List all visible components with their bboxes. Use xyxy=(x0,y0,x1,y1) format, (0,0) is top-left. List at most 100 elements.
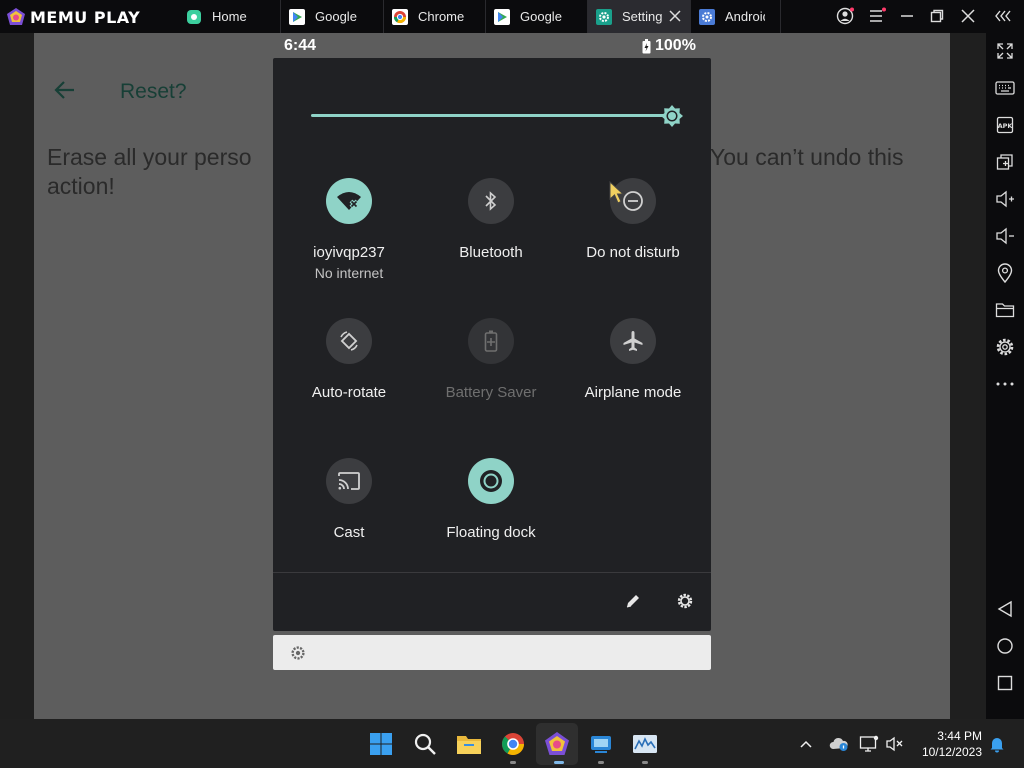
auto-rotate-toggle[interactable] xyxy=(326,318,372,364)
taskbar-clock[interactable]: 3:44 PM 10/12/2023 xyxy=(916,728,982,760)
wifi-no-internet-icon xyxy=(337,192,361,210)
maximize-button[interactable] xyxy=(926,5,948,27)
account-button[interactable] xyxy=(834,5,856,27)
more-options-button[interactable] xyxy=(992,372,1018,396)
notification-bell-icon xyxy=(990,738,1004,753)
multi-instance-button[interactable] xyxy=(992,150,1018,174)
tile-wifi[interactable]: ioyivqp237 No internet xyxy=(279,178,419,281)
android-settings-icon xyxy=(699,8,715,25)
battery-saver-toggle[interactable] xyxy=(468,318,514,364)
tile-bluetooth[interactable]: Bluetooth xyxy=(421,178,561,261)
chrome-icon xyxy=(392,8,408,25)
emulator-toolbar: APK xyxy=(986,33,1024,719)
memu-logo-icon xyxy=(7,8,25,25)
fullscreen-expand-icon xyxy=(997,43,1013,59)
search-icon xyxy=(414,733,436,755)
tile-auto-rotate[interactable]: Auto-rotate xyxy=(279,318,419,401)
emulator-title-bar: MEMU PLAY Home Google Chrome Google Sett… xyxy=(0,0,1024,33)
shared-folder-button[interactable] xyxy=(992,298,1018,322)
brightness-icon[interactable] xyxy=(660,104,684,128)
notifications-button[interactable] xyxy=(987,734,1007,754)
back-triangle-icon xyxy=(997,600,1012,618)
search-button[interactable] xyxy=(412,731,438,757)
network-tray-button[interactable] xyxy=(859,734,879,754)
tab-label: Google xyxy=(315,9,357,24)
app-taskbar-button[interactable] xyxy=(588,731,614,757)
display-network-icon xyxy=(859,735,879,752)
tab-google-play[interactable]: Google xyxy=(281,0,384,33)
android-home-button[interactable] xyxy=(992,634,1018,658)
recents-square-icon xyxy=(997,675,1013,691)
minimize-button[interactable] xyxy=(896,5,918,27)
memu-taskbar-button[interactable] xyxy=(544,731,570,757)
auto-rotate-label: Auto-rotate xyxy=(311,384,387,401)
tab-google-play-2[interactable]: Google xyxy=(486,0,588,33)
cast-toggle[interactable] xyxy=(326,458,372,504)
window-app-icon xyxy=(591,736,611,753)
tab-settings[interactable]: Settings xyxy=(588,0,691,33)
menu-button[interactable] xyxy=(866,5,888,27)
wifi-toggle[interactable] xyxy=(326,178,372,224)
tile-battery-saver[interactable]: Battery Saver xyxy=(421,318,561,401)
quick-settings-panel: ioyivqp237 No internet Bluetooth Do not … xyxy=(273,58,711,631)
tab-home[interactable]: Home xyxy=(178,0,281,33)
tile-airplane-mode[interactable]: Airplane mode xyxy=(563,318,703,401)
svg-text:APK: APK xyxy=(998,122,1014,130)
double-chevron-left-icon xyxy=(995,10,1011,22)
monitor-running-indicator xyxy=(642,761,648,764)
tile-floating-dock[interactable]: Floating dock xyxy=(421,458,561,541)
footer-divider xyxy=(273,572,711,573)
close-icon xyxy=(961,9,975,23)
keyboard-mapping-button[interactable] xyxy=(992,76,1018,100)
tile-cast[interactable]: Cast xyxy=(279,458,419,541)
monitor-app-taskbar-button[interactable] xyxy=(632,731,658,757)
start-button[interactable] xyxy=(368,731,394,757)
battery-status: 100% xyxy=(642,37,696,55)
floating-dock-icon xyxy=(480,470,502,492)
brightness-slider-track[interactable] xyxy=(311,114,671,117)
add-window-icon xyxy=(996,154,1013,170)
bluetooth-toggle[interactable] xyxy=(468,178,514,224)
tile-do-not-disturb[interactable]: Do not disturb xyxy=(563,178,703,261)
tab-label: Google xyxy=(520,9,562,24)
brand-name: MEMU PLAY xyxy=(30,7,141,27)
emulator-settings-button[interactable] xyxy=(992,335,1018,359)
volume-tray-button[interactable] xyxy=(885,734,905,754)
chevron-up-icon xyxy=(800,740,812,748)
floating-dock-toggle[interactable] xyxy=(468,458,514,504)
notification-settings-bar[interactable] xyxy=(273,635,711,670)
close-tab-icon[interactable] xyxy=(668,9,682,23)
wifi-status: No internet xyxy=(314,265,384,281)
taskbar-time: 3:44 PM xyxy=(937,729,982,743)
back-arrow-icon[interactable] xyxy=(54,79,76,101)
volume-up-button[interactable] xyxy=(992,187,1018,211)
edit-pencil-icon[interactable] xyxy=(623,591,643,611)
file-explorer-button[interactable] xyxy=(456,731,482,757)
auto-rotate-icon xyxy=(340,331,358,351)
battery-saver-icon xyxy=(484,330,498,352)
install-apk-button[interactable]: APK xyxy=(992,113,1018,137)
folder-icon xyxy=(995,303,1015,318)
tab-chrome[interactable]: Chrome xyxy=(384,0,486,33)
volume-down-button[interactable] xyxy=(992,224,1018,248)
taskbar-date: 10/12/2023 xyxy=(921,745,982,759)
close-window-button[interactable] xyxy=(957,5,979,27)
show-hidden-icons-button[interactable] xyxy=(796,734,816,754)
speaker-muted-icon xyxy=(886,736,903,752)
android-recents-button[interactable] xyxy=(992,671,1018,695)
apk-icon: APK xyxy=(996,116,1014,134)
fullscreen-button[interactable] xyxy=(992,39,1018,63)
chrome-taskbar-button[interactable] xyxy=(500,731,526,757)
home-circle-icon xyxy=(997,638,1013,654)
floating-dock-label: Floating dock xyxy=(446,524,536,541)
collapse-sidebar-button[interactable] xyxy=(992,5,1014,27)
battery-saver-label: Battery Saver xyxy=(445,384,537,401)
android-back-button[interactable] xyxy=(992,597,1018,621)
location-button[interactable] xyxy=(992,261,1018,285)
android-screen[interactable]: Reset? Erase all your perso You can’t un… xyxy=(0,33,986,719)
airplane-mode-label: Airplane mode xyxy=(584,384,682,401)
tab-android-settings[interactable]: Android xyxy=(691,0,781,33)
airplane-mode-toggle[interactable] xyxy=(610,318,656,364)
onedrive-tray-button[interactable] xyxy=(829,734,849,754)
settings-gear-icon[interactable] xyxy=(675,591,695,611)
